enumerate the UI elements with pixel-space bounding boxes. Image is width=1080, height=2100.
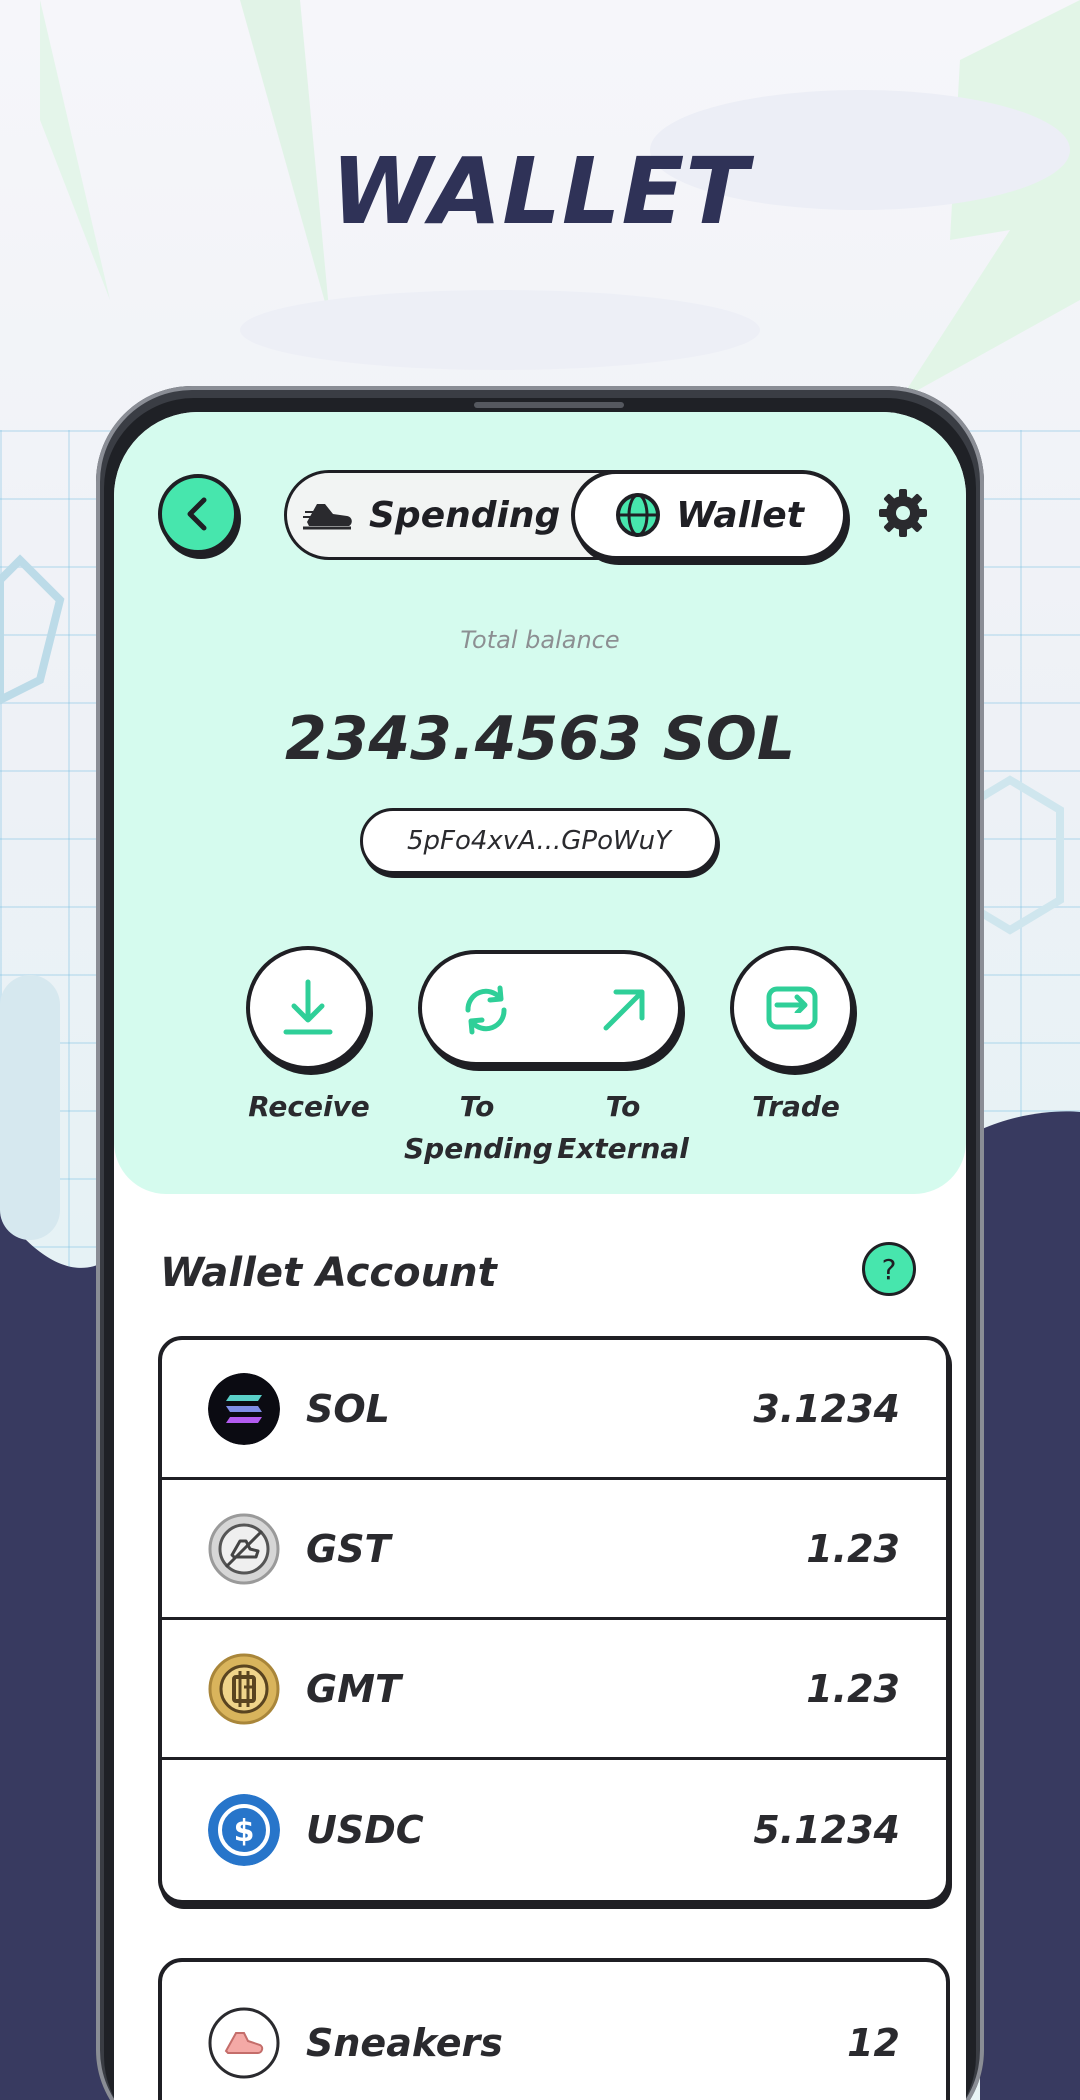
help-button[interactable]: ? bbox=[862, 1242, 916, 1296]
token-row-gst[interactable]: GST 1.23 bbox=[162, 1480, 946, 1620]
to-spending-label: To Spending bbox=[404, 1086, 553, 1170]
token-row-usdc[interactable]: $ USDC 5.1234 bbox=[162, 1760, 946, 1900]
tab-spending-label: Spending bbox=[369, 494, 561, 536]
tab-wallet-label: Wallet bbox=[676, 494, 804, 536]
sneakers-count: 12 bbox=[847, 2021, 900, 2065]
phone-speaker bbox=[474, 402, 624, 408]
receive-label-text: Receive bbox=[248, 1090, 370, 1123]
wallet-address-pill[interactable]: 5pFo4xvA...GPoWuY bbox=[360, 808, 718, 874]
tab-spending[interactable]: Spending bbox=[303, 473, 573, 557]
trade-button[interactable] bbox=[730, 946, 854, 1070]
token-value: 5.1234 bbox=[753, 1808, 900, 1852]
token-list: SOL 3.1234 GST 1.23 GMT 1.23 $ USDC 5.12… bbox=[158, 1336, 950, 1904]
page-title: WALLET bbox=[330, 138, 750, 245]
trade-label-text: Trade bbox=[752, 1090, 840, 1123]
gmt-icon bbox=[208, 1653, 280, 1724]
phone-bezel: Spending Wallet Total balance 2343.4563 … bbox=[104, 398, 976, 2100]
to-external-line2: External bbox=[557, 1132, 689, 1165]
trade-label: Trade bbox=[714, 1086, 878, 1128]
arrow-up-right-icon[interactable] bbox=[594, 980, 654, 1040]
sneakers-label: Sneakers bbox=[306, 2021, 503, 2065]
download-icon bbox=[283, 979, 333, 1035]
token-name: SOL bbox=[306, 1386, 390, 1431]
token-row-sol[interactable]: SOL 3.1234 bbox=[162, 1340, 946, 1480]
svg-text:$: $ bbox=[234, 1814, 255, 1849]
to-external-line1: To bbox=[605, 1090, 641, 1123]
back-button[interactable] bbox=[158, 474, 238, 554]
sneaker-icon bbox=[208, 2007, 280, 2079]
solana-icon bbox=[208, 1372, 280, 1445]
total-balance-amount: 2343.4563 SOL bbox=[284, 704, 796, 774]
sneakers-row[interactable]: Sneakers 12 bbox=[158, 1958, 950, 2100]
token-value: 1.23 bbox=[806, 1666, 900, 1711]
receive-label: Receive bbox=[216, 1086, 402, 1128]
swap-icon bbox=[766, 986, 818, 1030]
account-toggle: Spending Wallet bbox=[284, 470, 847, 560]
globe-icon bbox=[616, 493, 661, 537]
receive-button[interactable] bbox=[246, 946, 370, 1070]
to-external-label: To External bbox=[550, 1086, 696, 1170]
wallet-account-title: Wallet Account bbox=[160, 1250, 497, 1296]
to-spending-line1: To bbox=[459, 1090, 495, 1123]
chevron-left-icon bbox=[187, 497, 207, 531]
token-value: 1.23 bbox=[806, 1526, 900, 1571]
usdc-icon: $ bbox=[208, 1794, 280, 1866]
app-screen: Spending Wallet Total balance 2343.4563 … bbox=[114, 412, 966, 2100]
sneakers-row-content: Sneakers 12 bbox=[208, 1973, 900, 2100]
refresh-icon[interactable] bbox=[456, 980, 516, 1040]
sneaker-icon bbox=[303, 504, 352, 530]
transfer-pill bbox=[418, 950, 682, 1066]
balance-panel: Spending Wallet Total balance 2343.4563 … bbox=[114, 412, 966, 1194]
gst-icon bbox=[208, 1513, 280, 1584]
token-value: 3.1234 bbox=[753, 1386, 900, 1431]
token-name: USDC bbox=[306, 1808, 424, 1852]
help-icon: ? bbox=[881, 1252, 897, 1286]
token-name: GMT bbox=[306, 1666, 401, 1711]
total-balance-label: Total balance bbox=[460, 626, 620, 654]
to-spending-line2: Spending bbox=[404, 1132, 553, 1165]
tab-wallet[interactable]: Wallet bbox=[571, 470, 847, 560]
gear-icon[interactable] bbox=[878, 488, 928, 538]
token-name: GST bbox=[306, 1526, 391, 1571]
phone-frame: Spending Wallet Total balance 2343.4563 … bbox=[96, 386, 984, 2100]
token-row-gmt[interactable]: GMT 1.23 bbox=[162, 1620, 946, 1760]
